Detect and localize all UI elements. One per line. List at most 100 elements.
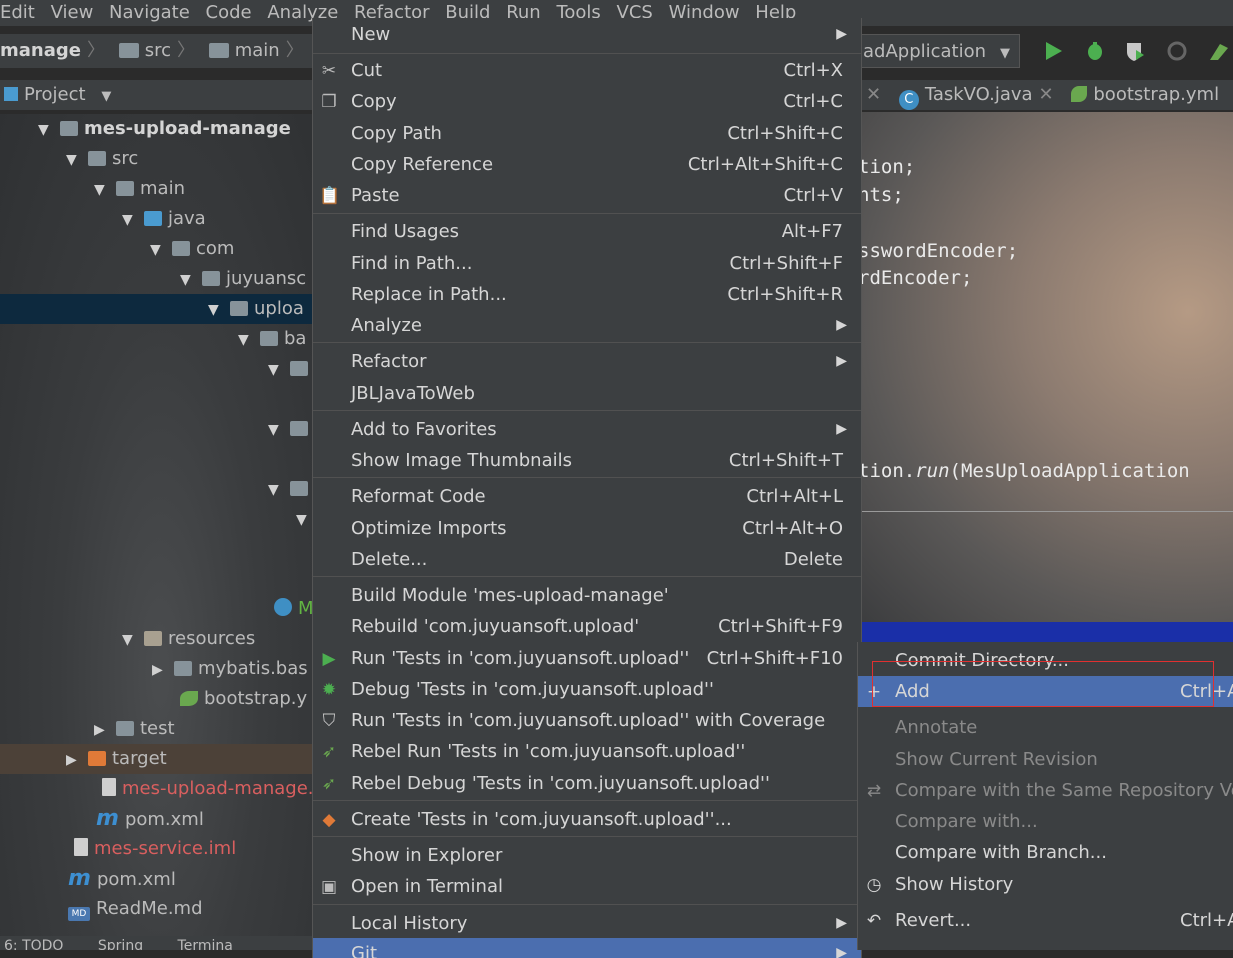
menu-code[interactable]: Code — [206, 0, 262, 26]
tree-item-main[interactable]: ▼ main — [0, 174, 312, 204]
collapse-arrow-icon[interactable]: ▶ — [66, 745, 80, 775]
menu-view[interactable]: View — [51, 0, 104, 26]
tree-item-bootstrap-yml[interactable]: bootstrap.y — [0, 684, 312, 714]
tree-item-subpackage[interactable]: ▼ — [0, 474, 312, 504]
menu-item-run-with-coverage[interactable]: ⛉ Run 'Tests in 'com.juyuansoft.upload'' … — [313, 705, 861, 736]
menu-item-rebel-debug[interactable]: ➶ Rebel Debug 'Tests in 'com.juyuansoft.u… — [313, 768, 861, 799]
menu-item-copy-path[interactable]: Copy Path Ctrl+Shift+C — [313, 118, 861, 149]
code-line: sswordEncoder; — [858, 240, 1019, 262]
menu-item-run-tests[interactable]: ▶ Run 'Tests in 'com.juyuansoft.upload'' C… — [313, 643, 861, 674]
menu-item-rebel-run[interactable]: ➶ Rebel Run 'Tests in 'com.juyuansoft.upl… — [313, 736, 861, 767]
expand-arrow-icon[interactable]: ▼ — [238, 325, 252, 355]
submenu-item-show-current-revision[interactable]: Show Current Revision — [858, 744, 1233, 775]
menu-item-reformat-code[interactable]: Reformat Code Ctrl+Alt+L — [313, 481, 861, 512]
close-icon[interactable]: ✕ — [1039, 84, 1054, 105]
submenu-item-compare-with-branch[interactable]: Compare with Branch... — [858, 837, 1233, 868]
submenu-item-revert[interactable]: ↶Revert...Ctrl+A — [858, 905, 1233, 936]
dropdown-arrow-icon[interactable]: ▼ — [101, 89, 111, 104]
tree-item-subpackage[interactable]: ▼ — [0, 354, 312, 384]
run-icon[interactable] — [1042, 40, 1064, 62]
menu-item-rebuild[interactable]: Rebuild 'com.juyuansoft.upload' Ctrl+Shif… — [313, 611, 861, 642]
tree-item-java[interactable]: ▼ java — [0, 204, 312, 234]
submenu-item-compare-same-repository[interactable]: ⇄ Compare with the Same Repository Ver — [858, 775, 1233, 806]
expand-arrow-icon[interactable]: ▼ — [208, 295, 222, 325]
collapse-arrow-icon[interactable]: ▶ — [152, 655, 166, 685]
tree-item-subpackage[interactable]: ▼ — [0, 504, 312, 534]
tree-item-src[interactable]: ▼ src — [0, 144, 312, 174]
terminal-tool-button[interactable]: Termina — [178, 938, 233, 950]
menu-item-optimize-imports[interactable]: Optimize Imports Ctrl+Alt+O — [313, 513, 861, 544]
expand-arrow-icon[interactable]: ▼ — [94, 175, 108, 205]
menu-item-show-in-explorer[interactable]: Show in Explorer — [313, 840, 861, 871]
run-configuration-select[interactable]: adApplication ▼ — [858, 34, 1020, 68]
submenu-item-annotate[interactable]: Annotate — [858, 712, 1233, 743]
expand-arrow-icon[interactable]: ▼ — [122, 625, 136, 655]
breadcrumb-item-src[interactable]: src — [145, 34, 171, 68]
collapse-arrow-icon[interactable]: ▶ — [94, 715, 108, 745]
tree-item-application-class[interactable]: M — [0, 594, 312, 624]
expand-arrow-icon[interactable]: ▼ — [296, 505, 310, 535]
tab-taskvo[interactable]: C TaskVO.java ✕ — [893, 80, 1060, 110]
tree-item-test[interactable]: ▶ test — [0, 714, 312, 744]
tree-item-module-iml[interactable]: mes-upload-manage. — [0, 774, 312, 804]
debug-icon[interactable] — [1084, 40, 1106, 62]
expand-arrow-icon[interactable]: ▼ — [180, 265, 194, 295]
tree-item-root-pom[interactable]: m pom.xml — [0, 864, 312, 894]
close-icon[interactable]: ✕ — [860, 80, 887, 110]
menu-item-copy-reference[interactable]: Copy Reference Ctrl+Alt+Shift+C — [313, 149, 861, 180]
code-editor[interactable]: tion; nts; sswordEncoder; rdEncoder; tio… — [858, 112, 1233, 627]
menu-item-create-tests[interactable]: ◆ Create 'Tests in 'com.juyuansoft.upload… — [313, 804, 861, 835]
expand-arrow-icon[interactable]: ▼ — [268, 415, 282, 445]
expand-arrow-icon[interactable]: ▼ — [150, 235, 164, 265]
expand-arrow-icon[interactable]: ▼ — [268, 475, 282, 505]
tree-item-com[interactable]: ▼ com — [0, 234, 312, 264]
rebel-icon[interactable] — [1208, 40, 1230, 62]
expand-arrow-icon[interactable]: ▼ — [66, 145, 80, 175]
spring-tool-button[interactable]: Spring — [98, 938, 143, 950]
menu-item-copy[interactable]: ❐ Copy Ctrl+C — [313, 86, 861, 117]
menu-item-replace-in-path[interactable]: Replace in Path... Ctrl+Shift+R — [313, 279, 861, 310]
tab-bootstrap-yml[interactable]: bootstrap.yml — [1065, 80, 1225, 110]
menu-item-git[interactable]: Git ▶ — [313, 938, 861, 958]
menu-item-delete[interactable]: Delete... Delete — [313, 544, 861, 575]
tree-item-readme[interactable]: MD ReadMe.md — [0, 894, 312, 924]
menu-edit[interactable]: Edit — [0, 0, 45, 26]
tree-item-subpackage[interactable]: ▼ — [0, 414, 312, 444]
menu-navigate[interactable]: Navigate — [109, 0, 200, 26]
menu-item-refactor[interactable]: Refactor ▶ — [313, 346, 861, 377]
menu-item-new[interactable]: New ▶ — [313, 19, 861, 50]
profile-icon[interactable] — [1166, 40, 1188, 62]
menu-item-paste[interactable]: 📋 Paste Ctrl+V — [313, 180, 861, 211]
menu-item-show-image-thumbnails[interactable]: Show Image Thumbnails Ctrl+Shift+T — [313, 445, 861, 476]
tree-item-upload-selected[interactable]: ▼ uploa — [0, 294, 312, 324]
menu-item-local-history[interactable]: Local History ▶ — [313, 908, 861, 939]
menu-item-add-to-favorites[interactable]: Add to Favorites ▶ — [313, 414, 861, 445]
menu-item-cut[interactable]: ✂ Cut Ctrl+X — [313, 55, 861, 86]
rebel-debug-icon: ➶ — [321, 774, 337, 794]
menu-item-analyze[interactable]: Analyze ▶ — [313, 310, 861, 341]
tree-item-resources[interactable]: ▼ resources — [0, 624, 312, 654]
menu-item-find-usages[interactable]: Find Usages Alt+F7 — [313, 216, 861, 247]
menu-item-open-in-terminal[interactable]: ▣ Open in Terminal — [313, 871, 861, 902]
expand-arrow-icon[interactable]: ▼ — [268, 355, 282, 385]
expand-arrow-icon[interactable]: ▼ — [38, 115, 52, 145]
breadcrumb-item-main[interactable]: main — [235, 34, 280, 68]
tree-item-juyuansoft[interactable]: ▼ juyuansc — [0, 264, 312, 294]
coverage-icon[interactable] — [1124, 40, 1146, 62]
todo-tool-button[interactable]: 6: TODO — [4, 938, 63, 950]
project-panel-header[interactable]: Project ▼ — [0, 80, 312, 110]
menu-item-jbljavatoweb[interactable]: JBLJavaToWeb — [313, 378, 861, 409]
breadcrumb-item-module[interactable]: manage — [0, 34, 81, 68]
expand-arrow-icon[interactable]: ▼ — [122, 205, 136, 235]
tree-item-base[interactable]: ▼ ba — [0, 324, 312, 354]
submenu-item-compare-with[interactable]: Compare with... — [858, 806, 1233, 837]
submenu-item-show-history[interactable]: ◷ Show History — [858, 869, 1233, 900]
tree-item-pom[interactable]: m pom.xml — [0, 804, 312, 834]
menu-item-build-module[interactable]: Build Module 'mes-upload-manage' — [313, 580, 861, 611]
tree-item-module[interactable]: ▼ mes-upload-manage — [0, 114, 312, 144]
tree-item-mybatis[interactable]: ▶ mybatis.bas — [0, 654, 312, 684]
tree-item-target[interactable]: ▶ target — [0, 744, 312, 774]
menu-item-find-in-path[interactable]: Find in Path... Ctrl+Shift+F — [313, 248, 861, 279]
tree-item-service-iml[interactable]: mes-service.iml — [0, 834, 312, 864]
menu-item-debug-tests[interactable]: ✹ Debug 'Tests in 'com.juyuansoft.upload'… — [313, 674, 861, 705]
